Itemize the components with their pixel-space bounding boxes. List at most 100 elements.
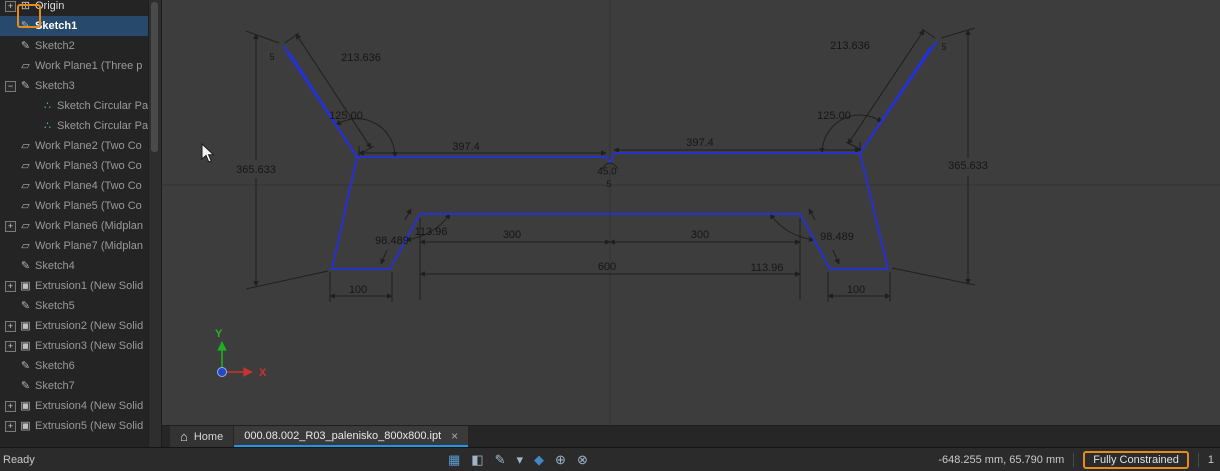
- constraint-status-badge: Fully Constrained: [1083, 450, 1189, 469]
- sketch-drawing[interactable]: 213.636 213.636 125.00 125.00 397.4 397.4 365.…: [162, 0, 1220, 425]
- dimension-label[interactable]: 397.4: [686, 137, 714, 149]
- tree-item[interactable]: ✎ Sketch2: [0, 36, 150, 56]
- tree-expander[interactable]: +: [5, 280, 16, 292]
- canvas-crosshair: [162, 0, 1220, 425]
- dimension-label[interactable]: 5: [606, 179, 611, 189]
- tree-item[interactable]: ✎ Sketch1: [0, 16, 150, 36]
- sketch-canvas[interactable]: 213.636 213.636 125.00 125.00 397.4 397.4 365.…: [162, 0, 1220, 425]
- tree-item[interactable]: ▱ Work Plane7 (Midplan: [0, 236, 150, 256]
- dimension-label[interactable]: 100: [349, 284, 367, 296]
- tree-item-label: Origin: [35, 0, 65, 12]
- dimension-label[interactable]: 5: [941, 42, 946, 52]
- browser-tree: + ⊞ Origin ✎ Sketch1 ✎ Sketch2 ▱ Work Plane1 (Th…: [0, 0, 150, 436]
- close-icon[interactable]: ×: [451, 429, 458, 443]
- tree-item-label: Sketch1: [35, 20, 78, 32]
- dimension-label[interactable]: 98.489: [375, 235, 409, 247]
- workplane-icon: ▱: [21, 59, 30, 72]
- move-icon[interactable]: ⊕: [555, 453, 566, 466]
- tree-item-label: Work Plane3 (Two Co: [35, 160, 142, 172]
- tree-item-label: Extrusion4 (New Solid: [35, 400, 144, 412]
- dimension-label[interactable]: 213.636: [341, 52, 381, 64]
- browser-scrollbar[interactable]: [148, 0, 161, 447]
- origin-icon: ⊞: [20, 0, 31, 12]
- pattern-icon: ∴: [44, 119, 51, 132]
- tree-item-label: Work Plane7 (Midplan: [35, 240, 144, 252]
- dimension-label[interactable]: 300: [691, 229, 709, 241]
- sketch-icon: ✎: [20, 19, 31, 32]
- tree-item[interactable]: ✎ Sketch4: [0, 256, 150, 276]
- workplane-icon: ▱: [21, 179, 30, 192]
- tree-item-label: Work Plane5 (Two Co: [35, 200, 142, 212]
- tree-item[interactable]: ∴ Sketch Circular Pa: [0, 116, 150, 136]
- tree-item[interactable]: + ▣ Extrusion2 (New Solid: [0, 316, 150, 336]
- tab-document[interactable]: 000.08.002_R03_palenisko_800x800.ipt ×: [234, 426, 469, 447]
- dimension-label[interactable]: 365.633: [948, 160, 988, 172]
- workplane-icon: ▱: [21, 239, 30, 252]
- tree-item[interactable]: + ▣ Extrusion1 (New Solid: [0, 276, 150, 296]
- tree-expander[interactable]: +: [5, 320, 16, 332]
- dimension-label[interactable]: 125.00: [329, 110, 363, 122]
- tree-item[interactable]: ▱ Work Plane5 (Two Co: [0, 196, 150, 216]
- dimension-label[interactable]: 397.4: [452, 141, 480, 153]
- tree-item-label: Sketch5: [35, 300, 75, 312]
- tree-expander[interactable]: +: [5, 420, 16, 432]
- tree-item[interactable]: ▱ Work Plane4 (Two Co: [0, 176, 150, 196]
- dimension-label[interactable]: 100: [847, 284, 865, 296]
- tree-item[interactable]: ∴ Sketch Circular Pa: [0, 96, 150, 116]
- dimension-label[interactable]: 300: [503, 229, 521, 241]
- selection-grid-icon[interactable]: ▦: [448, 453, 460, 466]
- x-axis-label: X: [259, 367, 267, 379]
- origin-point: [217, 367, 227, 377]
- tree-item[interactable]: ✎ Sketch7: [0, 376, 150, 396]
- tree-item[interactable]: − ✎ Sketch3: [0, 76, 150, 96]
- appearance-icon[interactable]: ◆: [534, 453, 544, 466]
- model-browser-panel: + ⊞ Origin ✎ Sketch1 ✎ Sketch2 ▱ Work Plane1 (Th…: [0, 0, 162, 447]
- extrusion-icon: ▣: [20, 279, 31, 292]
- browser-scrollbar-thumb[interactable]: [151, 2, 158, 152]
- dimension-label[interactable]: 600: [598, 261, 616, 273]
- tree-item-label: Extrusion5 (New Solid: [35, 420, 144, 432]
- tree-expander[interactable]: −: [5, 80, 16, 92]
- workplane-icon: ▱: [21, 139, 30, 152]
- tree-item[interactable]: ▱ Work Plane3 (Two Co: [0, 156, 150, 176]
- dimension-label[interactable]: 113.96: [751, 262, 784, 274]
- tree-item[interactable]: ▱ Work Plane1 (Three p: [0, 56, 150, 76]
- tree-item-label: Sketch3: [35, 80, 75, 92]
- tree-item[interactable]: + ▣ Extrusion5 (New Solid: [0, 416, 150, 436]
- sketch-snap-icon[interactable]: ✎: [495, 453, 506, 466]
- tree-expander[interactable]: +: [5, 0, 16, 12]
- extrusion-icon: ▣: [20, 319, 31, 332]
- tree-item[interactable]: + ▣ Extrusion3 (New Solid: [0, 336, 150, 356]
- tree-item[interactable]: ✎ Sketch5: [0, 296, 150, 316]
- tree-expander[interactable]: +: [5, 220, 16, 232]
- pan-icon[interactable]: ⊗: [577, 453, 588, 466]
- tree-item-label: Sketch Circular Pa: [57, 120, 149, 132]
- dimension-label[interactable]: 365.633: [236, 164, 276, 176]
- tree-expander[interactable]: +: [5, 340, 16, 352]
- dimension-label[interactable]: 98.489: [820, 231, 854, 243]
- document-tab-bar: ⌂ Home 000.08.002_R03_palenisko_800x800.…: [162, 425, 1220, 447]
- dimension-label[interactable]: 213.636: [830, 40, 870, 52]
- tree-item[interactable]: + ▱ Work Plane6 (Midplan: [0, 216, 150, 236]
- sketch-icon: ✎: [20, 299, 31, 312]
- tree-item[interactable]: ✎ Sketch6: [0, 356, 150, 376]
- status-count: 1: [1207, 453, 1214, 466]
- tree-expander[interactable]: +: [5, 400, 16, 412]
- application-window: + ⊞ Origin ✎ Sketch1 ✎ Sketch2 ▱ Work Plane1 (Th…: [0, 0, 1220, 471]
- select-filter-icon[interactable]: ◧: [471, 453, 483, 466]
- workplane-icon: ▱: [21, 159, 30, 172]
- tab-home[interactable]: ⌂ Home: [170, 426, 234, 447]
- dimension-label[interactable]: 5: [269, 52, 274, 62]
- snap-dropdown-icon[interactable]: ▾: [517, 453, 524, 466]
- extrusion-icon: ▣: [20, 399, 31, 412]
- tree-item-label: Extrusion2 (New Solid: [35, 320, 144, 332]
- dimension-label[interactable]: 125.00: [817, 110, 851, 122]
- tree-item[interactable]: + ▣ Extrusion4 (New Solid: [0, 396, 150, 416]
- home-icon: ⌂: [180, 429, 188, 444]
- tree-item[interactable]: ▱ Work Plane2 (Two Co: [0, 136, 150, 156]
- tree-item-label: Sketch Circular Pa: [57, 100, 149, 112]
- pattern-icon: ∴: [44, 99, 51, 112]
- tree-item[interactable]: + ⊞ Origin: [0, 0, 150, 16]
- dimension-label[interactable]: 45.0: [597, 167, 617, 178]
- dimension-label[interactable]: 113.96: [415, 226, 448, 238]
